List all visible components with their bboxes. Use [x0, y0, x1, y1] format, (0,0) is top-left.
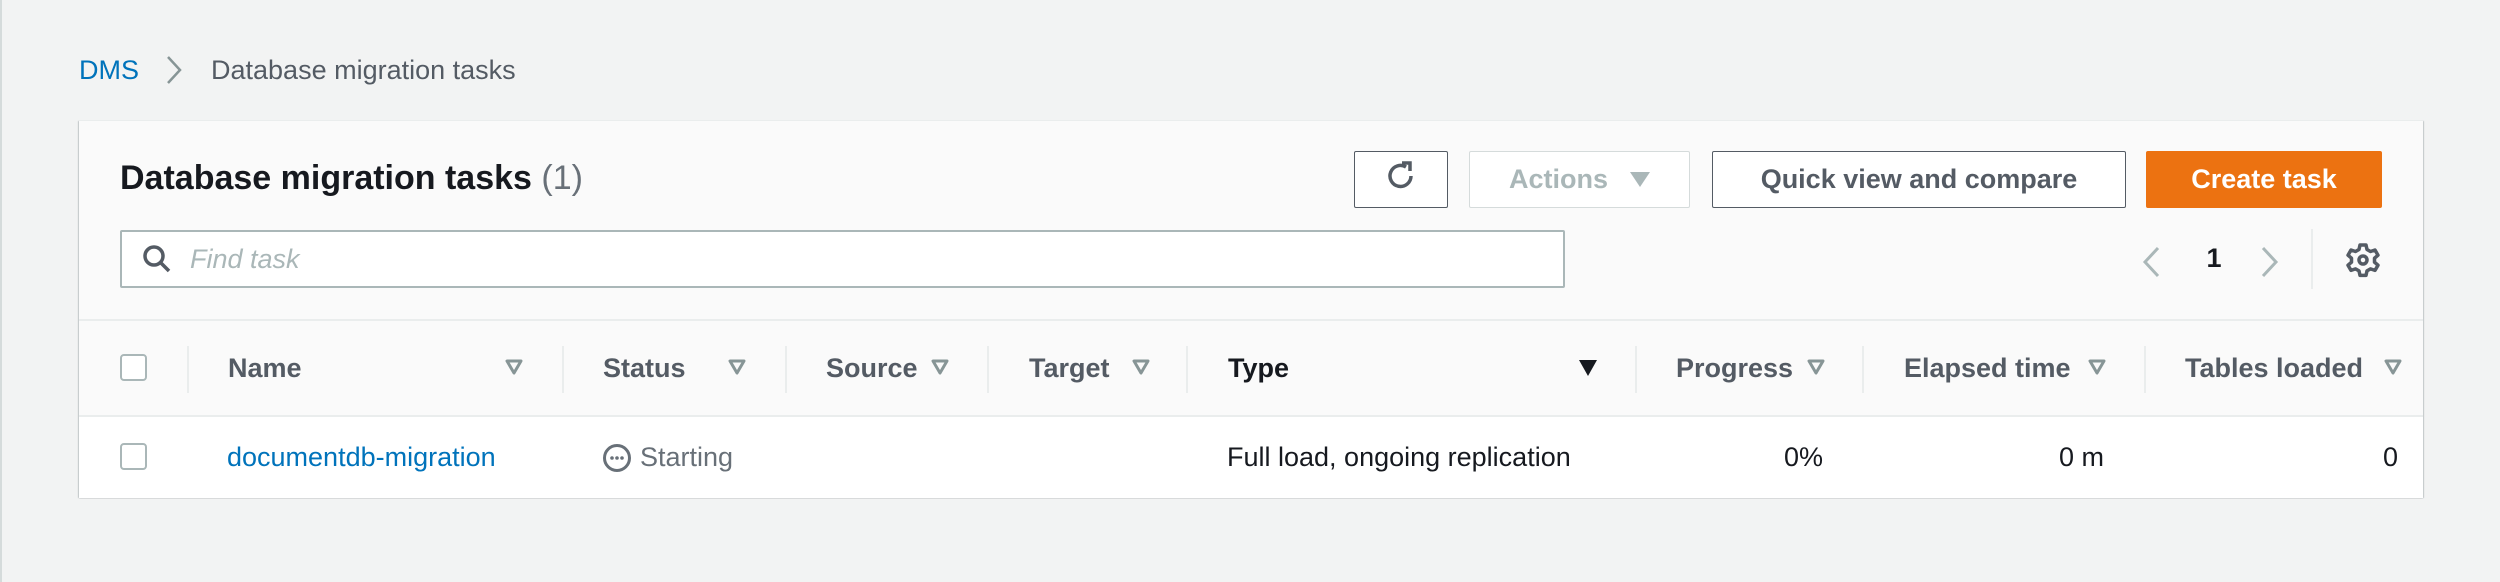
next-page-button[interactable]	[2259, 245, 2281, 279]
chevron-left-icon	[2142, 246, 2160, 278]
table-row: documentdb-migration Starting Full load,…	[79, 417, 2423, 498]
status-text: Starting	[640, 442, 734, 472]
column-header-type[interactable]: Type	[1228, 321, 1289, 415]
chevron-right-icon	[159, 52, 189, 88]
sort-unsorted-icon	[1132, 359, 1150, 375]
actions-label: Actions	[1508, 164, 1608, 194]
sort-unsorted-icon	[2384, 359, 2402, 375]
search-input[interactable]	[190, 243, 1490, 275]
previous-page-button[interactable]	[2140, 245, 2162, 279]
quick-view-compare-button[interactable]: Quick view and compare	[1712, 151, 2126, 208]
column-divider	[187, 346, 189, 393]
title-text: Database migration tasks	[120, 159, 532, 197]
task-count: (1)	[541, 159, 583, 197]
page-left-border	[0, 0, 2, 582]
column-header-progress[interactable]: Progress	[1676, 321, 1793, 415]
sort-unsorted-icon	[2088, 359, 2106, 375]
chevron-right-icon	[2261, 246, 2279, 278]
table-header-row: Name Status Source Target Type Progress …	[79, 319, 2423, 417]
column-header-source[interactable]: Source	[826, 321, 918, 415]
refresh-button[interactable]	[1354, 151, 1448, 208]
gear-icon	[2346, 243, 2380, 278]
column-divider	[987, 346, 989, 393]
column-divider	[1635, 346, 1637, 393]
task-type: Full load, ongoing replication	[1227, 442, 1571, 472]
column-divider	[785, 346, 787, 393]
task-name-link[interactable]: documentdb-migration	[227, 417, 496, 498]
refresh-icon	[1384, 159, 1418, 200]
select-all-checkbox[interactable]	[120, 354, 147, 381]
column-header-target[interactable]: Target	[1029, 321, 1110, 415]
current-page-number[interactable]: 1	[2199, 243, 2229, 274]
caret-down-icon	[1630, 172, 1650, 187]
column-divider	[2144, 346, 2146, 393]
sort-unsorted-icon	[728, 359, 746, 375]
column-divider	[1862, 346, 1864, 393]
sort-descending-icon	[1579, 360, 1597, 376]
actions-dropdown-button[interactable]: Actions	[1469, 151, 1690, 208]
sort-unsorted-icon	[505, 359, 523, 375]
tasks-table-container: Database migration tasks (1) Actions Qui…	[79, 120, 2423, 498]
task-status: Starting	[602, 417, 733, 498]
row-select-checkbox[interactable]	[120, 443, 147, 470]
column-header-elapsed-time[interactable]: Elapsed time	[1904, 321, 2071, 415]
create-task-button[interactable]: Create task	[2146, 151, 2382, 208]
search-field[interactable]	[120, 230, 1565, 288]
breadcrumb: DMS Database migration tasks	[79, 52, 516, 88]
task-progress: 0%	[1783, 442, 1823, 472]
column-divider	[1186, 346, 1188, 393]
preferences-button[interactable]	[2345, 242, 2381, 278]
column-header-tables-loaded[interactable]: Tables loaded	[2185, 321, 2363, 415]
task-elapsed-time: 0 m	[2058, 442, 2104, 472]
column-header-status[interactable]: Status	[603, 321, 686, 415]
task-tables-loaded: 0	[2382, 442, 2398, 472]
breadcrumb-current: Database migration tasks	[211, 54, 516, 85]
search-icon	[142, 244, 172, 274]
sort-unsorted-icon	[931, 359, 949, 375]
column-divider	[562, 346, 564, 393]
column-header-name[interactable]: Name	[228, 321, 302, 415]
page-title: Database migration tasks (1)	[120, 159, 583, 198]
status-pending-icon	[603, 443, 631, 472]
breadcrumb-dms-link[interactable]: DMS	[79, 55, 139, 86]
pagination-divider	[2311, 229, 2313, 289]
sort-unsorted-icon	[1807, 359, 1825, 375]
